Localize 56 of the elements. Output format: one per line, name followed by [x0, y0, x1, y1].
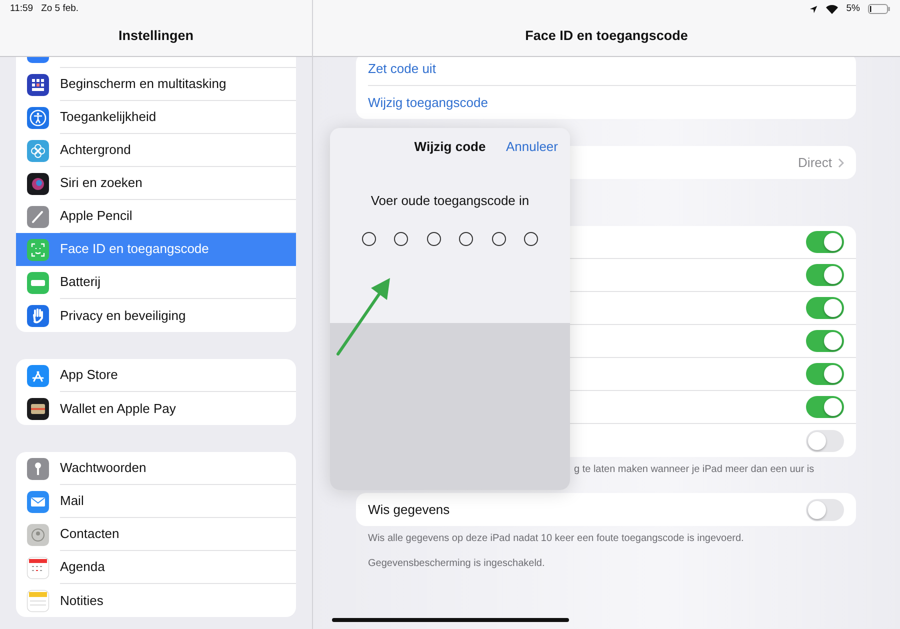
toggle-switch[interactable]	[806, 430, 844, 452]
sidebar-item[interactable]: Privacy en beveiliging	[16, 299, 296, 332]
sidebar-item[interactable]: Beginscherm en multitasking	[16, 68, 296, 101]
wallet-icon	[27, 398, 49, 420]
toggle-switch[interactable]	[806, 264, 844, 286]
battery-percentage: 5%	[846, 2, 860, 16]
sidebar-item[interactable]: Achtergrond	[16, 134, 296, 167]
toggle-switch[interactable]	[806, 498, 844, 520]
toggle-switch[interactable]	[806, 231, 844, 253]
flower-icon	[27, 140, 49, 162]
clock-time: 11:59	[10, 2, 34, 16]
key-icon	[27, 458, 49, 480]
notes-icon	[27, 590, 49, 612]
setting-label: Wis gegevens	[368, 500, 450, 519]
toggle-switch[interactable]	[806, 297, 844, 319]
prompt-text: Voer oude toegangscode in	[370, 192, 530, 210]
sidebar-item[interactable]: Agenda	[16, 551, 296, 584]
wifi-icon	[826, 4, 838, 14]
footnote-text: Wis alle gegevens op deze iPad nadat 10 keer een foute toegangscode is ingevoerd.	[367, 532, 745, 546]
siri-orb-icon	[27, 172, 49, 194]
sidebar-item[interactable]: Face ID en toegangscode	[16, 233, 296, 266]
chevron-icon	[838, 158, 844, 168]
sidebar-item[interactable]: Wachtwoorden	[16, 452, 296, 485]
face-scan-icon	[27, 238, 49, 260]
letter-a-icon	[27, 364, 49, 386]
sidebar-item[interactable]: Toegankelijkheid	[16, 101, 296, 134]
sidebar-title: Instellingen	[117, 26, 194, 45]
footnote-text: g te laten maken wanneer je iPad meer dan een uur is	[573, 463, 816, 477]
sidebar-item[interactable]: Batterij	[16, 266, 296, 299]
envelope-icon	[27, 490, 49, 512]
setting-value: Direct	[798, 154, 832, 172]
setting-link[interactable]: Wijzig toegangscode	[368, 92, 488, 112]
toggle-switch[interactable]	[806, 330, 844, 352]
dialog-title: Wijzig code	[414, 138, 486, 156]
pencil-icon	[27, 206, 49, 228]
sidebar-item[interactable]: Siri en zoeken	[16, 167, 296, 200]
setting-link[interactable]: Zet code uit	[368, 59, 436, 79]
cancel-button[interactable]: Annuleer	[506, 137, 558, 157]
accessibility-icon	[27, 106, 49, 128]
sidebar-item[interactable]: Contacten	[16, 518, 296, 551]
toggle-switch[interactable]	[806, 363, 844, 385]
sidebar-item[interactable]: Notities	[16, 584, 296, 617]
battery-icon	[868, 4, 890, 14]
location-icon	[809, 4, 818, 14]
sidebar-item[interactable]: Mail	[16, 485, 296, 518]
toggle-switch[interactable]	[806, 396, 844, 418]
sidebar-item[interactable]: Wallet en Apple Pay	[16, 392, 296, 425]
date-text: Zo 5 feb.	[41, 2, 79, 16]
battery-icon	[27, 272, 49, 294]
page-title: Face ID en toegangscode	[524, 26, 689, 45]
grid-icon	[27, 74, 49, 96]
sidebar-item[interactable]: App Store	[16, 359, 296, 392]
hand-icon	[27, 304, 49, 326]
contact-icon	[27, 524, 49, 546]
calendar-icon	[27, 556, 49, 578]
footnote-text: Gegevensbescherming is ingeschakeld.	[367, 557, 546, 571]
